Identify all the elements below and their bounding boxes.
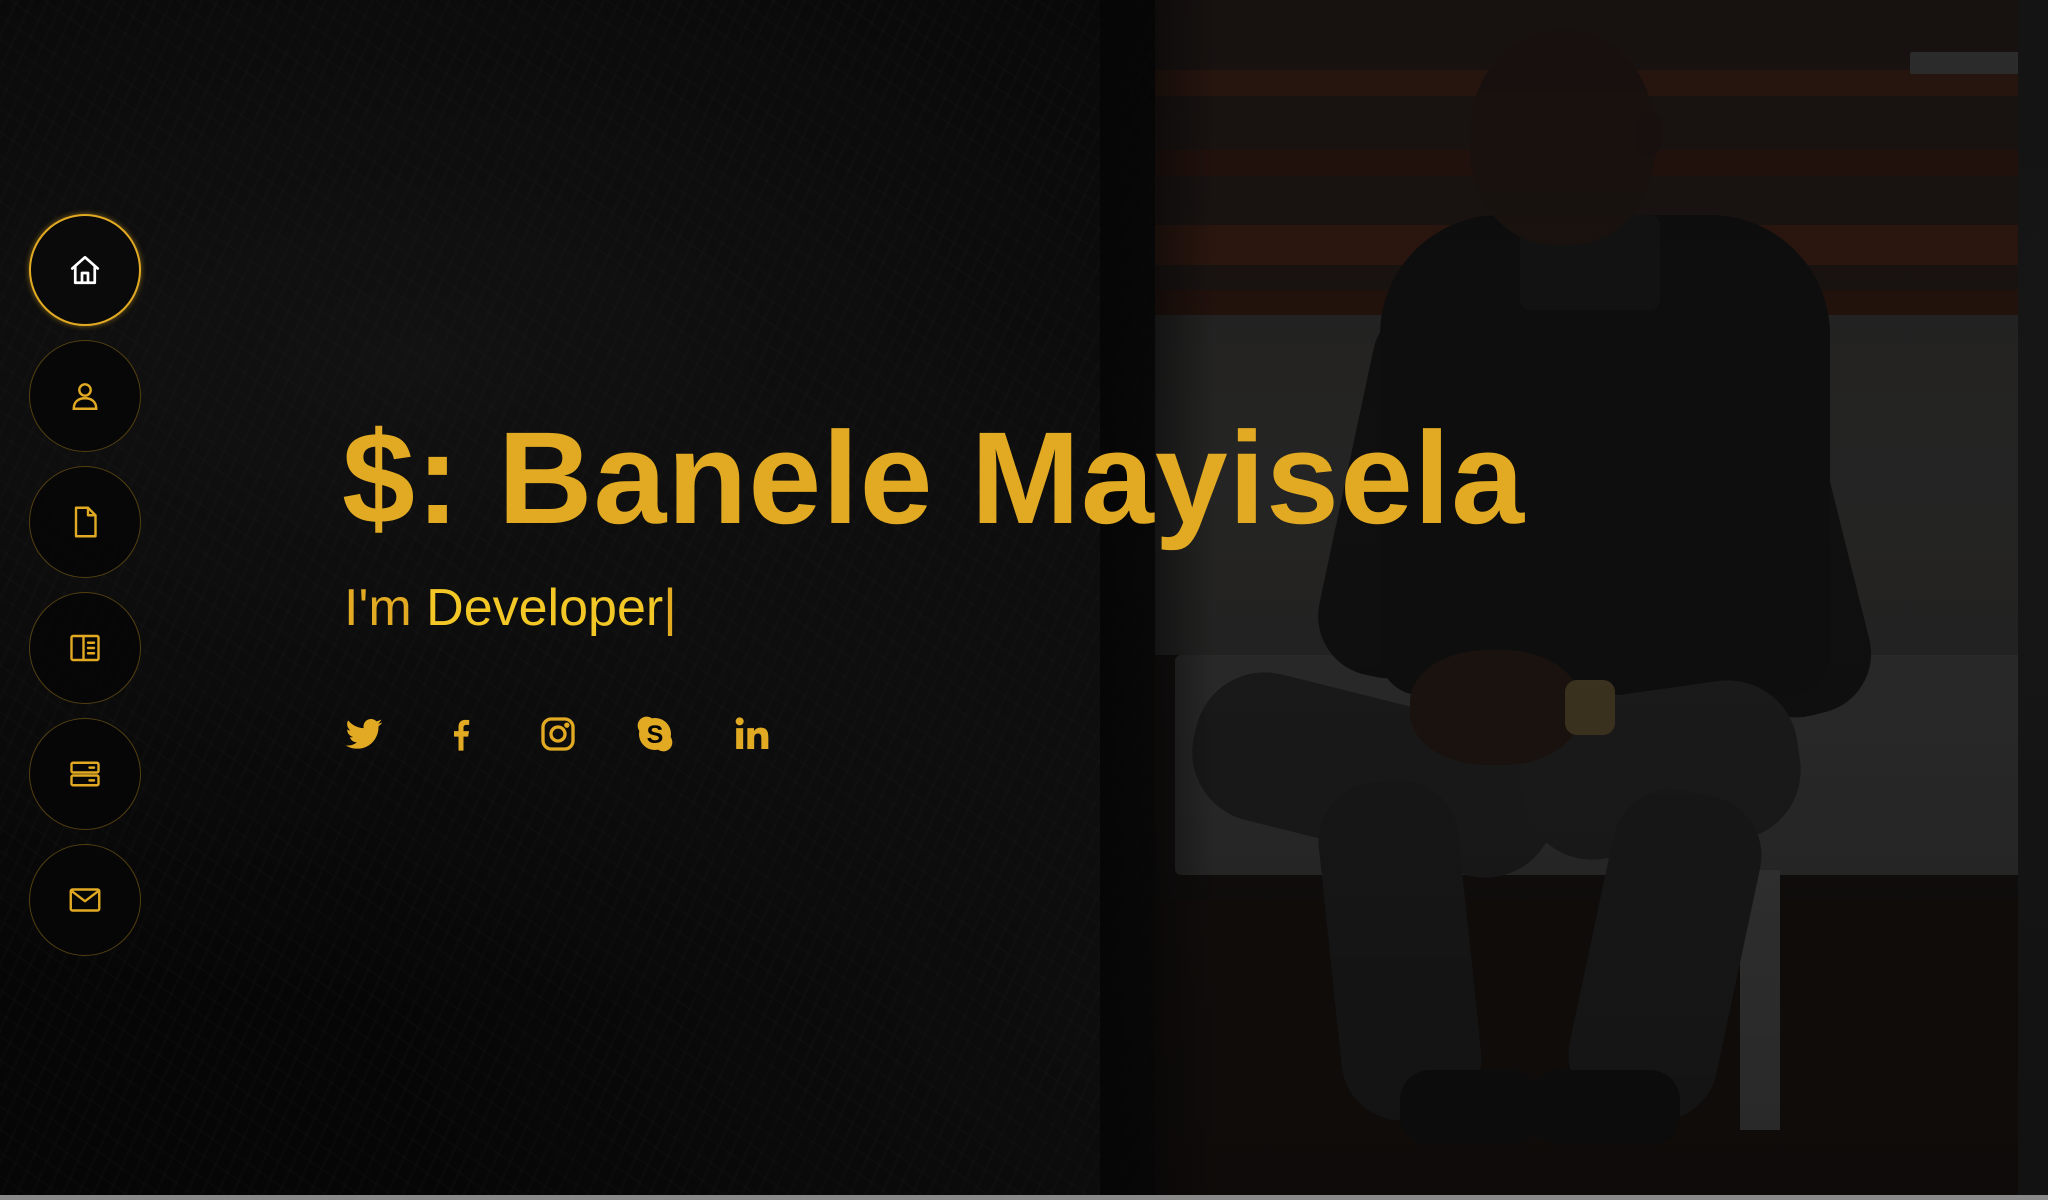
book-half-icon — [70, 634, 100, 662]
home-icon — [70, 255, 100, 285]
facebook-icon — [454, 719, 470, 751]
hero-title: $: Banele Mayisela — [342, 404, 1526, 551]
skype-link[interactable]: S — [635, 712, 675, 756]
nav-contact-button[interactable] — [29, 844, 141, 956]
typed-role: Developer — [426, 579, 664, 637]
side-nav — [29, 214, 143, 956]
nav-portfolio-button[interactable] — [29, 592, 141, 704]
instagram-link[interactable] — [538, 712, 578, 756]
twitter-link[interactable] — [344, 712, 384, 756]
nav-home-button[interactable] — [29, 214, 141, 326]
photo-overlay — [1100, 0, 2048, 1200]
server-icon — [70, 761, 100, 787]
twitter-icon — [345, 719, 383, 749]
nav-about-button[interactable] — [29, 340, 141, 452]
bottom-edge — [0, 1195, 2048, 1200]
skype-icon: S — [637, 716, 673, 752]
facebook-link[interactable] — [441, 712, 481, 756]
person-icon — [72, 383, 98, 410]
envelope-icon — [69, 888, 101, 912]
instagram-icon — [541, 717, 575, 751]
linkedin-icon — [735, 717, 769, 749]
linkedin-link[interactable] — [732, 712, 772, 756]
hero-page: $: Banele Mayisela I'm Developer| S — [0, 0, 2048, 1200]
typing-cursor: | — [663, 579, 677, 637]
nav-resume-button[interactable] — [29, 466, 141, 578]
subtitle-prefix: I'm — [344, 579, 412, 637]
file-icon — [74, 506, 97, 538]
nav-services-button[interactable] — [29, 718, 141, 830]
svg-text:S: S — [647, 721, 664, 749]
hero-subtitle: I'm Developer| — [344, 582, 677, 634]
social-links: S — [344, 712, 772, 756]
